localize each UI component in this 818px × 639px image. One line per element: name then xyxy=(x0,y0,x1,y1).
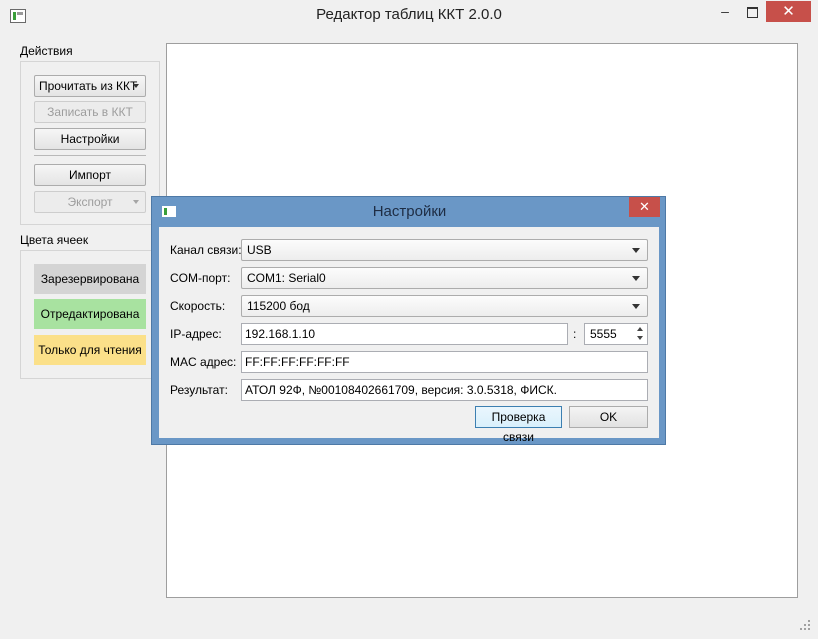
chevron-down-icon xyxy=(632,248,640,253)
color-edited-swatch: Отредактирована xyxy=(34,299,146,329)
close-button[interactable]: ✕ xyxy=(766,1,811,22)
import-button[interactable]: Импорт xyxy=(34,164,146,186)
port-separator: : xyxy=(573,327,577,341)
port-value: 5555 xyxy=(590,327,617,341)
com-port-label: COM-порт: xyxy=(170,271,231,285)
actions-divider xyxy=(34,155,146,156)
com-port-value: COM1: Serial0 xyxy=(247,271,326,285)
write-to-kkt-button[interactable]: Записать в ККТ xyxy=(34,101,146,123)
chevron-down-icon xyxy=(632,276,640,281)
read-from-kkt-label: Прочитать из ККТ xyxy=(39,79,138,93)
actions-group-title: Действия xyxy=(20,44,73,58)
dialog-close-button[interactable]: ✕ xyxy=(629,197,660,217)
export-label: Экспорт xyxy=(67,195,113,209)
check-connection-button[interactable]: Проверка связи xyxy=(475,406,562,444)
read-from-kkt-button[interactable]: Прочитать из ККТ xyxy=(34,75,146,97)
maximize-button[interactable] xyxy=(739,1,765,22)
spin-up-icon[interactable] xyxy=(635,325,646,334)
speed-label: Скорость: xyxy=(170,299,226,313)
chevron-down-icon xyxy=(133,84,139,88)
chevron-down-icon xyxy=(632,304,640,309)
color-readonly-swatch: Только для чтения xyxy=(34,335,146,365)
cell-colors-group-title: Цвета ячеек xyxy=(20,233,89,247)
ip-label: IP-адрес: xyxy=(170,327,222,341)
com-port-select[interactable]: COM1: Serial0 xyxy=(241,267,648,289)
channel-value: USB xyxy=(247,243,272,257)
settings-dialog: Настройки ✕ Канал связи: USB COM-порт: C… xyxy=(151,196,666,445)
mac-label: MAC адрес: xyxy=(170,355,237,369)
window-title: Редактор таблиц ККТ 2.0.0 xyxy=(316,6,502,23)
dialog-title: Настройки xyxy=(372,203,447,220)
result-label: Результат: xyxy=(170,383,228,397)
speed-select[interactable]: 115200 бод xyxy=(241,295,648,317)
port-spinbox[interactable]: 5555 xyxy=(584,323,648,345)
spin-down-icon[interactable] xyxy=(635,334,646,343)
result-field[interactable]: АТОЛ 92Ф, №00108402661709, версия: 3.0.5… xyxy=(241,379,648,401)
resize-grip[interactable] xyxy=(800,620,812,632)
speed-value: 115200 бод xyxy=(247,299,310,313)
maximize-icon xyxy=(746,6,758,18)
ok-button[interactable]: OK xyxy=(569,406,648,428)
channel-label: Канал связи: xyxy=(170,243,242,257)
export-button[interactable]: Экспорт xyxy=(34,191,146,213)
minimize-button[interactable]: – xyxy=(712,1,738,22)
settings-button[interactable]: Настройки xyxy=(34,128,146,150)
dialog-body: Канал связи: USB COM-порт: COM1: Serial0… xyxy=(159,227,659,444)
ip-address-field[interactable]: 192.168.1.10 xyxy=(241,323,568,345)
channel-select[interactable]: USB xyxy=(241,239,648,261)
chevron-down-icon xyxy=(133,200,139,204)
mac-address-field[interactable]: FF:FF:FF:FF:FF:FF xyxy=(241,351,648,373)
color-reserved-swatch: Зарезервирована xyxy=(34,264,146,294)
